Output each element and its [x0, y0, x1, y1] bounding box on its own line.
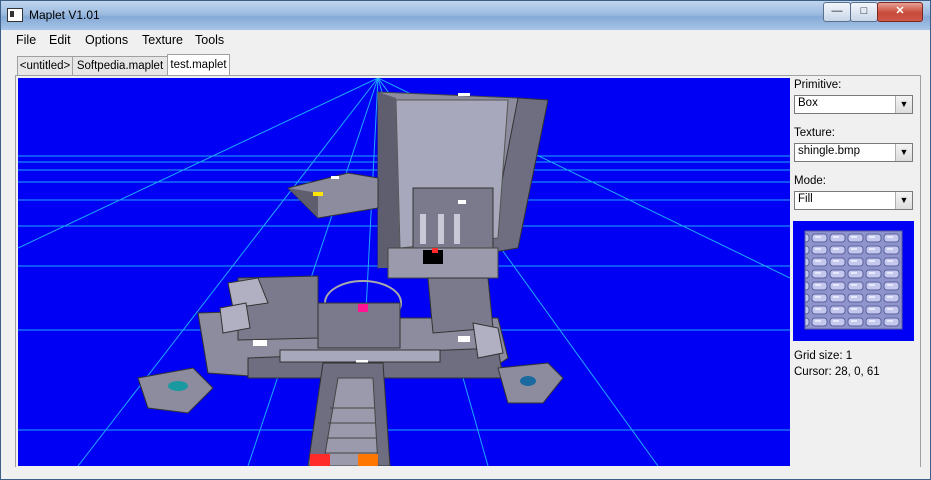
shingle-texture-image: [804, 230, 903, 330]
menu-options[interactable]: Options: [85, 33, 128, 47]
menu-tools[interactable]: Tools: [195, 33, 224, 47]
chevron-down-icon[interactable]: ▼: [895, 96, 912, 113]
properties-sidebar: Primitive: Box ▼ Texture: shingle.bmp ▼ …: [793, 76, 919, 468]
minimize-button[interactable]: —: [823, 2, 851, 22]
front-corridor: [307, 362, 391, 466]
scene-render: [18, 78, 790, 466]
texture-value: shingle.bmp: [798, 145, 861, 157]
left-ledge: [287, 172, 379, 219]
maximize-button[interactable]: □: [850, 2, 878, 22]
tower-structure: [377, 91, 549, 279]
menu-bar: File Edit Options Texture Tools: [2, 30, 929, 51]
editor-panel: Primitive: Box ▼ Texture: shingle.bmp ▼ …: [15, 75, 921, 469]
mode-select[interactable]: Fill ▼: [794, 191, 913, 210]
3d-viewport[interactable]: [18, 78, 790, 466]
window-title: Maplet V1.01: [29, 8, 100, 22]
tab-test-maplet[interactable]: test.maplet: [167, 54, 230, 77]
menu-file[interactable]: File: [16, 33, 36, 47]
chevron-down-icon[interactable]: ▼: [895, 144, 912, 161]
minimize-icon: —: [831, 5, 843, 17]
primitive-select[interactable]: Box ▼: [794, 95, 913, 114]
primitive-label: Primitive:: [794, 79, 842, 91]
texture-select[interactable]: shingle.bmp ▼: [794, 143, 913, 162]
tab-untitled[interactable]: <untitled>: [17, 56, 73, 76]
status-bar: [2, 467, 929, 479]
mode-label: Mode:: [794, 175, 826, 187]
primitive-value: Box: [798, 97, 818, 109]
maximize-icon: □: [860, 5, 868, 17]
app-icon[interactable]: [7, 8, 23, 22]
texture-preview: [793, 221, 914, 341]
grid-size-readout: Grid size: 1: [794, 350, 853, 362]
mode-value: Fill: [798, 193, 813, 205]
menu-edit[interactable]: Edit: [49, 33, 71, 47]
tab-softpedia-maplet[interactable]: Softpedia.maplet: [72, 56, 168, 76]
texture-label: Texture:: [794, 127, 835, 139]
title-bar[interactable]: Maplet V1.01 — □ ✕: [1, 1, 930, 30]
cursor-readout: Cursor: 28, 0, 61: [794, 366, 880, 378]
app-window: Maplet V1.01 — □ ✕ File Edit Options Tex…: [0, 0, 931, 480]
close-icon: ✕: [895, 5, 905, 17]
close-button[interactable]: ✕: [877, 2, 923, 22]
menu-texture[interactable]: Texture: [142, 33, 183, 47]
chevron-down-icon[interactable]: ▼: [895, 192, 912, 209]
